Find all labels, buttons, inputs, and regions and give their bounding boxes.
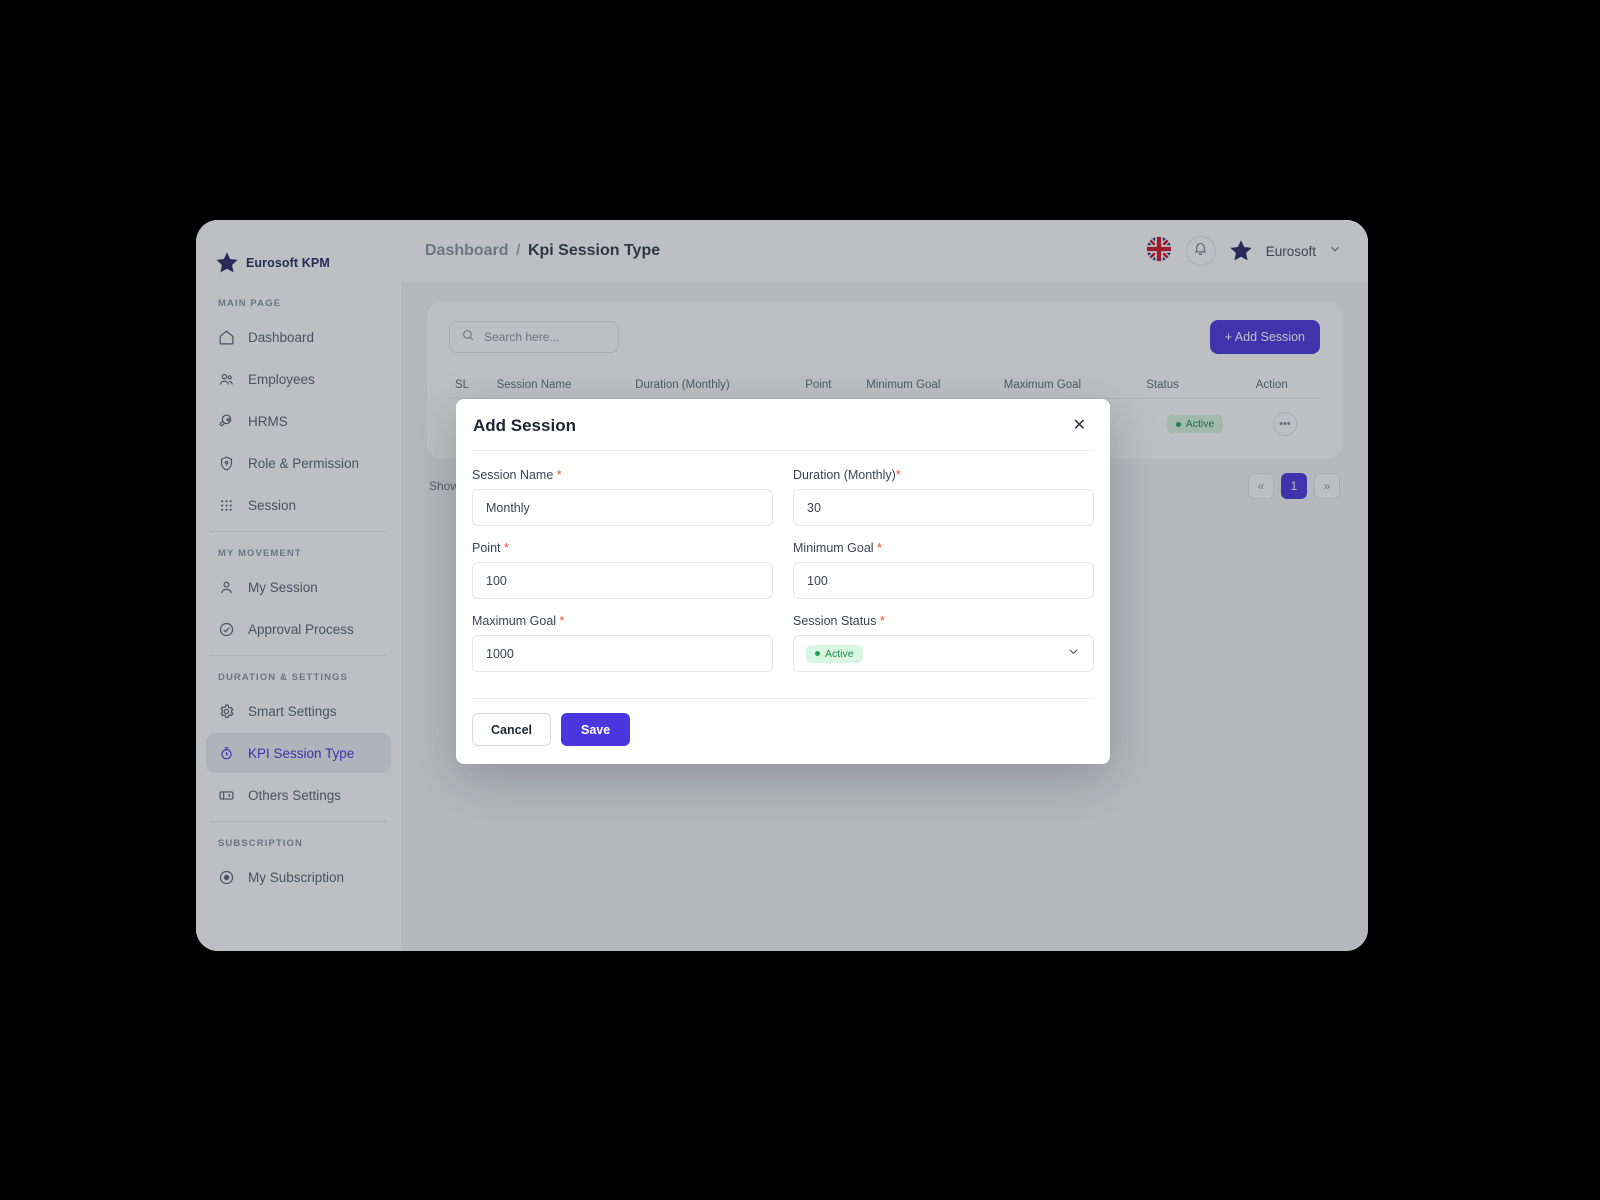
field-point: Point * <box>472 541 773 599</box>
label-text: Session Name <box>472 468 554 482</box>
close-icon[interactable]: ✕ <box>1071 416 1088 436</box>
required-asterisk: * <box>895 468 901 482</box>
modal-body: Session Name * Duration (Monthly)* Point… <box>456 451 1110 682</box>
session-status-select[interactable]: Active <box>793 635 1094 672</box>
modal-footer: Cancel Save <box>456 699 1110 764</box>
required-asterisk: * <box>877 541 882 555</box>
session-name-input[interactable] <box>472 489 773 526</box>
field-session-status: Session Status * Active <box>793 614 1094 672</box>
add-session-modal: Add Session ✕ Session Name * Duration (M… <box>456 399 1110 764</box>
add-session-form: Session Name * Duration (Monthly)* Point… <box>472 468 1094 672</box>
required-asterisk: * <box>556 468 562 482</box>
field-label-point: Point * <box>472 541 773 555</box>
session-status-badge: Active <box>806 644 863 663</box>
required-asterisk: * <box>559 614 565 628</box>
duration-input[interactable] <box>793 489 1094 526</box>
label-text: Maximum Goal <box>472 614 557 628</box>
save-button[interactable]: Save <box>561 713 631 746</box>
field-label-duration: Duration (Monthly)* <box>793 468 1094 482</box>
label-text: Duration (Monthly) <box>793 468 896 482</box>
label-text: Minimum Goal <box>793 541 874 555</box>
label-text: Session Status <box>793 614 877 628</box>
field-label-minimum-goal: Minimum Goal * <box>793 541 1094 555</box>
label-text: Point <box>472 541 501 555</box>
field-minimum-goal: Minimum Goal * <box>793 541 1094 599</box>
field-label-maximum-goal: Maximum Goal * <box>472 614 773 628</box>
modal-title: Add Session <box>473 416 576 435</box>
required-asterisk: * <box>503 541 509 555</box>
modal-header: Add Session ✕ <box>456 399 1110 436</box>
maximum-goal-input[interactable] <box>472 635 773 672</box>
point-input[interactable] <box>472 562 773 599</box>
chevron-down-icon <box>1066 644 1081 664</box>
field-maximum-goal: Maximum Goal * <box>472 614 773 672</box>
field-duration: Duration (Monthly)* <box>793 468 1094 526</box>
session-status-value: Active <box>825 647 854 660</box>
field-label-session-status: Session Status * <box>793 614 1094 628</box>
cancel-button[interactable]: Cancel <box>472 713 551 746</box>
status-dot-icon <box>815 651 820 656</box>
required-asterisk: * <box>879 614 885 628</box>
field-session-name: Session Name * <box>472 468 773 526</box>
field-label-session-name: Session Name * <box>472 468 773 482</box>
minimum-goal-input[interactable] <box>793 562 1094 599</box>
